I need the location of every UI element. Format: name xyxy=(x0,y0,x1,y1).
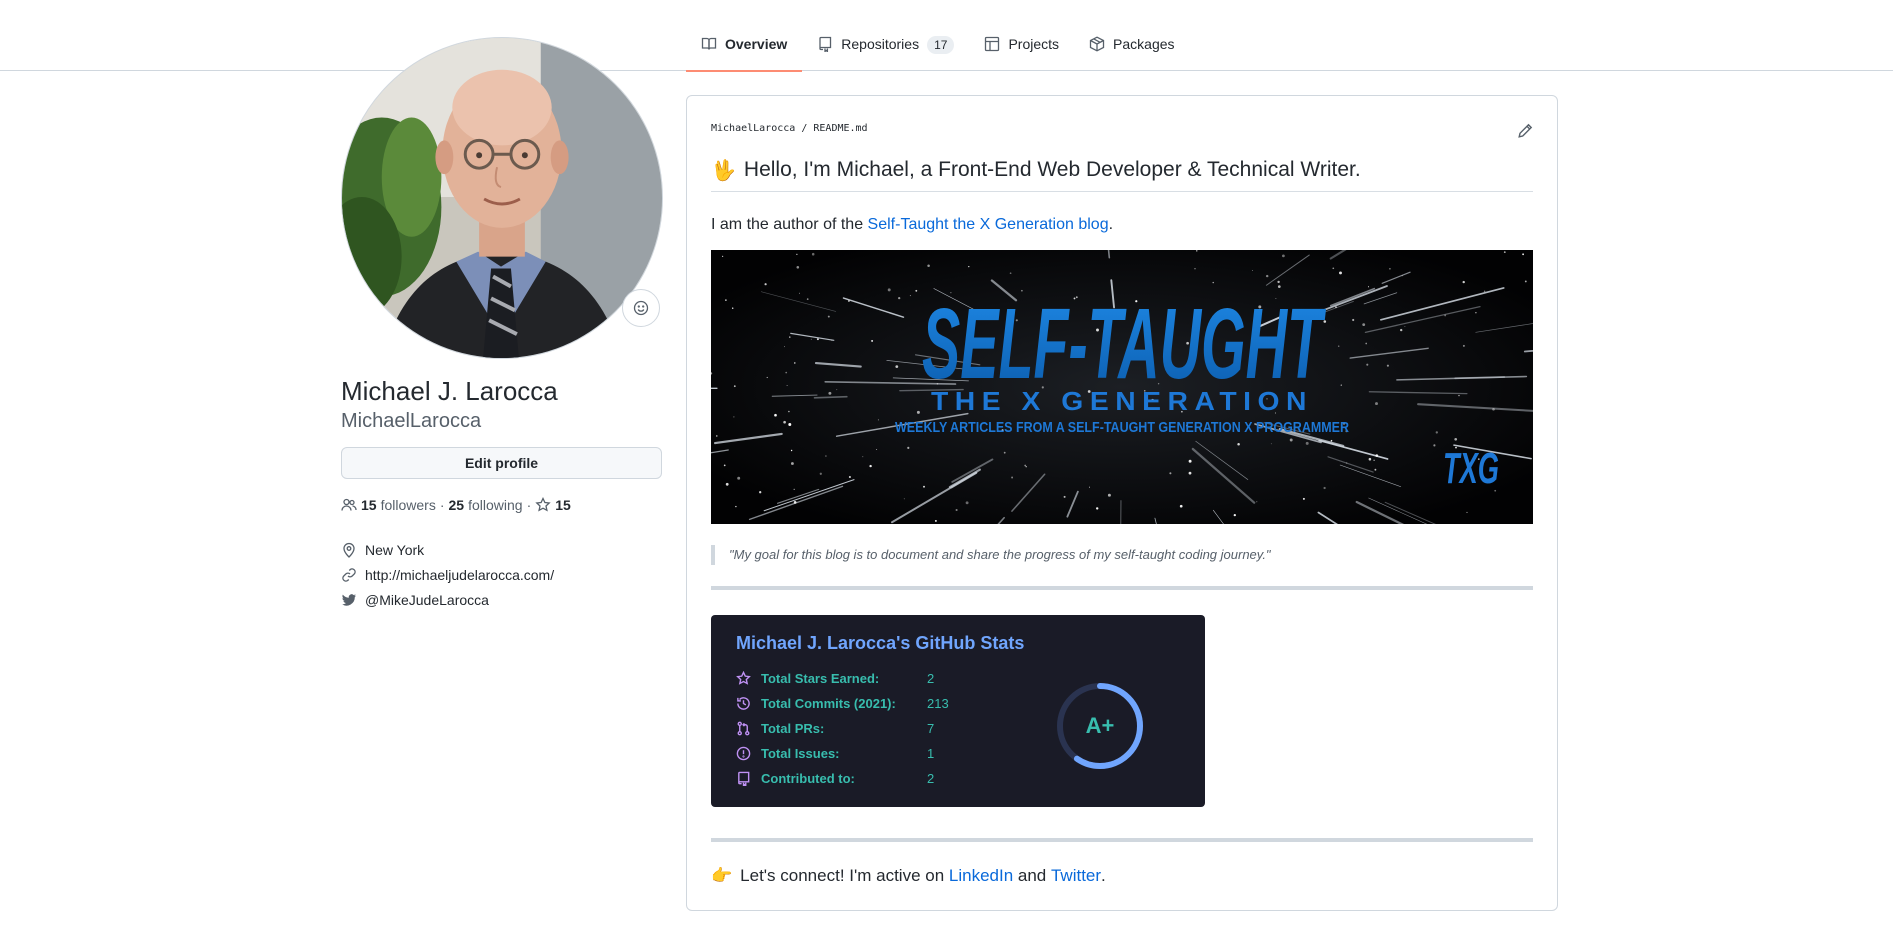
profile-location: New York xyxy=(341,537,554,562)
edit-readme-button[interactable] xyxy=(1517,123,1533,139)
repo-icon xyxy=(817,36,833,53)
followers-count: 15 xyxy=(361,497,377,513)
stat-value: 213 xyxy=(927,696,949,711)
profile-full-name: Michael J. Larocca xyxy=(341,376,558,406)
intro-suffix: . xyxy=(1108,216,1114,233)
readme-path-separator: / xyxy=(801,123,808,134)
stat-label: Total Commits (2021): xyxy=(761,696,896,711)
readme-connect: 👉 Let's connect! I'm active on LinkedIn … xyxy=(711,866,1106,886)
vulcan-salute-icon: 🖖 xyxy=(711,160,736,182)
following-link[interactable]: 25 following xyxy=(449,497,523,513)
divider xyxy=(711,586,1533,590)
readme-heading-text: Hello, I'm Michael, a Front-End Web Deve… xyxy=(743,158,1361,181)
github-stats-card: Michael J. Larocca's GitHub Stats Total … xyxy=(711,615,1205,807)
connect-suffix: . xyxy=(1101,866,1106,885)
stat-value: 1 xyxy=(927,746,935,761)
book-icon xyxy=(701,36,717,52)
tab-packages[interactable]: Packages xyxy=(1074,26,1189,71)
stat-label: Contributed to: xyxy=(761,771,855,786)
profile-readme: MichaelLarocca / README.md 🖖 Hello, I'm … xyxy=(686,95,1558,911)
stat-total-prs: Total PRs: 7 xyxy=(736,721,934,736)
tab-overview[interactable]: Overview xyxy=(686,26,803,72)
following-label: following xyxy=(468,497,523,513)
stat-label: Total PRs: xyxy=(761,721,825,736)
stat-total-issues: Total Issues: 1 xyxy=(736,746,934,761)
pointing-hand-icon: 👉 xyxy=(711,866,733,885)
tab-repositories[interactable]: Repositories 17 xyxy=(802,26,969,71)
repo-count-badge: 17 xyxy=(927,36,955,54)
tab-list: Overview Repositories 17 Projects Packag… xyxy=(686,26,1190,72)
smiley-icon xyxy=(633,300,649,316)
star-icon xyxy=(535,497,551,512)
stars-link[interactable]: 15 xyxy=(535,497,575,513)
twitter-link[interactable]: @MikeJudeLarocca xyxy=(365,592,489,608)
pencil-icon xyxy=(1518,123,1533,138)
edit-profile-button[interactable]: Edit profile xyxy=(341,447,662,479)
separator: · xyxy=(526,497,532,513)
stat-contributed-to: Contributed to: 2 xyxy=(736,771,934,786)
separator: · xyxy=(439,497,445,513)
tab-label: Repositories xyxy=(841,36,920,52)
stat-value: 2 xyxy=(927,771,935,786)
people-icon xyxy=(341,498,357,511)
readme-path-user[interactable]: MichaelLarocca xyxy=(711,123,795,134)
tab-label: Packages xyxy=(1113,36,1175,52)
followers-label: followers xyxy=(380,497,436,513)
tab-projects[interactable]: Projects xyxy=(969,26,1074,71)
blog-link[interactable]: Self-Taught the X Generation blog xyxy=(868,216,1109,233)
following-count: 25 xyxy=(448,497,465,513)
set-status-button[interactable] xyxy=(622,289,660,327)
connect-mid: and xyxy=(1013,866,1051,885)
website-link[interactable]: http://michaeljudelarocca.com/ xyxy=(365,567,554,583)
tab-label: Overview xyxy=(725,36,788,52)
stat-total-stars: Total Stars Earned: 2 xyxy=(736,671,934,686)
readme-intro: I am the author of the Self-Taught the X… xyxy=(711,216,1113,234)
table-icon xyxy=(984,36,1000,52)
stats-title: Michael J. Larocca's GitHub Stats xyxy=(736,633,1025,653)
stat-label: Total Issues: xyxy=(761,746,840,761)
blog-goal-quote: "My goal for this blog is to document an… xyxy=(711,545,1271,565)
divider xyxy=(711,838,1533,842)
link-icon xyxy=(342,567,356,582)
repo-icon xyxy=(738,771,750,786)
readme-path: MichaelLarocca / README.md xyxy=(711,123,868,134)
pull-request-icon xyxy=(737,721,750,736)
location-icon xyxy=(343,542,355,558)
stat-value: 7 xyxy=(927,721,935,736)
banner-logo: TXG xyxy=(1443,444,1499,493)
rank-circle: A+ xyxy=(1055,681,1145,771)
followers-link[interactable]: 15 followers xyxy=(341,497,436,513)
profile-website: http://michaeljudelarocca.com/ xyxy=(341,562,554,587)
stat-value: 2 xyxy=(927,671,935,686)
readme-heading: 🖖 Hello, I'm Michael, a Front-End Web De… xyxy=(711,158,1533,192)
readme-path-file[interactable]: README.md xyxy=(813,123,867,134)
stars-count: 15 xyxy=(555,497,571,513)
twitter-readme-link[interactable]: Twitter xyxy=(1051,866,1101,886)
profile-avatar[interactable] xyxy=(341,37,663,359)
stat-total-commits: Total Commits (2021): 213 xyxy=(736,696,949,711)
intro-prefix: I am the author of the xyxy=(711,216,868,233)
issue-icon xyxy=(736,746,751,761)
tab-label: Projects xyxy=(1008,36,1060,52)
rank-grade: A+ xyxy=(1085,713,1115,738)
profile-twitter: @MikeJudeLarocca xyxy=(341,587,554,612)
banner-subtitle: THE X GENERATION xyxy=(931,386,1313,416)
location-text: New York xyxy=(365,541,425,558)
package-icon xyxy=(1089,36,1105,52)
star-icon xyxy=(736,671,751,685)
twitter-icon xyxy=(342,593,356,606)
profile-details: New York http://michaeljudelarocca.com/ … xyxy=(341,537,554,612)
blog-banner-image[interactable]: SELF-TAUGHT THE X GENERATION WEEKLY ARTI… xyxy=(711,250,1533,524)
profile-username: MichaelLarocca xyxy=(341,410,482,432)
stat-label: Total Stars Earned: xyxy=(761,671,880,686)
banner-tagline: WEEKLY ARTICLES FROM A SELF-TAUGHT GENER… xyxy=(895,419,1349,436)
connect-prefix: Let's connect! I'm active on xyxy=(740,866,945,885)
profile-tab-nav: Overview Repositories 17 Projects Packag… xyxy=(0,0,1893,72)
banner-title: SELF-TAUGHT xyxy=(922,288,1327,400)
follow-stats: 15 followers · 25 following · 15 xyxy=(341,497,575,513)
linkedin-link[interactable]: LinkedIn xyxy=(949,866,1013,886)
history-icon xyxy=(737,697,750,710)
